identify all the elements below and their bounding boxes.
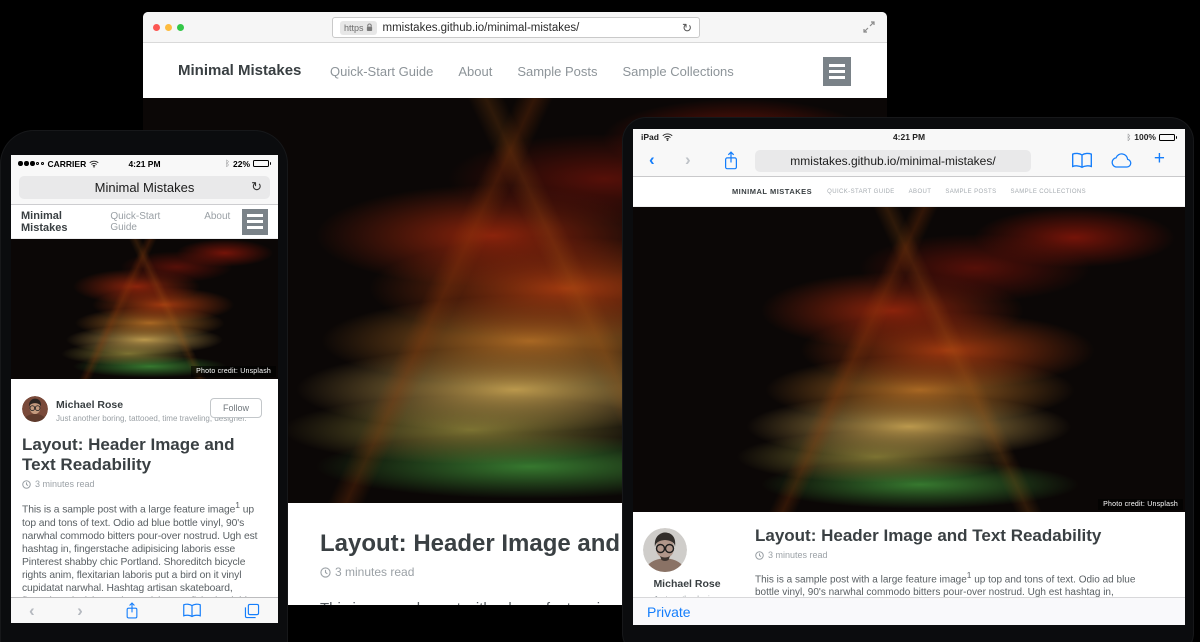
address-bar[interactable]: Minimal Mistakes ↻ <box>19 176 270 199</box>
bluetooth-icon: ᛒ <box>225 159 230 168</box>
post-paragraph-1: This is a sample post with a large featu… <box>22 499 264 597</box>
ipad-screen: iPad 4:21 PM ᛒ 100% ‹ › <box>633 129 1185 625</box>
bluetooth-icon: ᛒ <box>1126 133 1131 142</box>
iphone-status-bar: CARRIER 4:21 PM ᛒ 22% <box>11 155 278 172</box>
nav-link-about[interactable]: About <box>204 211 230 233</box>
author-sidebar: Michael Rose Just another boring, tattoo… <box>643 528 731 597</box>
url-text: mmistakes.github.io/minimal-mistakes/ <box>790 154 995 168</box>
read-time-label: 3 minutes read <box>35 479 95 489</box>
clock-icon <box>22 480 31 489</box>
ipad-status-bar: iPad 4:21 PM ᛒ 100% <box>633 129 1185 145</box>
minimize-window-button[interactable] <box>165 24 172 31</box>
post-title: Layout: Header Image and Text Readabilit… <box>755 526 1151 546</box>
bookmarks-icon[interactable] <box>1071 152 1093 169</box>
post-meta: 3 minutes read <box>755 550 1151 560</box>
private-browsing-bar: Private <box>633 597 1185 625</box>
feature-image-leaves: Photo credit: Unsplash <box>633 207 1185 512</box>
ipad-post-content: Michael Rose Just another boring, tattoo… <box>633 512 1185 597</box>
photo-credit-label: Photo credit: Unsplash <box>191 366 276 377</box>
address-bar[interactable]: https mmistakes.github.io/minimal-mistak… <box>332 17 700 38</box>
refresh-icon[interactable]: ↻ <box>682 22 692 34</box>
icloud-tabs-icon[interactable] <box>1109 153 1133 169</box>
lock-icon <box>366 23 373 32</box>
address-bar[interactable]: mmistakes.github.io/minimal-mistakes/ <box>755 150 1031 172</box>
desktop-browser-toolbar: https mmistakes.github.io/minimal-mistak… <box>143 12 887 43</box>
site-brand-link[interactable]: MINIMAL MISTAKES <box>732 187 812 196</box>
nav-link-quick-start-guide[interactable]: Quick-Start Guide <box>110 211 188 233</box>
post-title: Layout: Header Image and Text Readabilit… <box>22 435 264 474</box>
clock-icon <box>755 551 764 560</box>
author-name: Michael Rose <box>643 578 731 590</box>
nav-link-sample-posts[interactable]: SAMPLE POSTS <box>945 189 996 195</box>
iphone-post-content: Michael Rose Just another boring, tattoo… <box>11 379 278 597</box>
new-tab-icon[interactable]: + <box>1154 148 1165 170</box>
window-controls <box>153 24 184 31</box>
read-time-label: 3 minutes read <box>335 565 414 579</box>
share-icon[interactable] <box>723 151 739 171</box>
nav-link-sample-collections[interactable]: Sample Collections <box>623 64 734 79</box>
battery-icon <box>253 160 271 167</box>
avatar <box>643 528 731 572</box>
ipad-site-masthead: MINIMAL MISTAKES QUICK-START GUIDE ABOUT… <box>633 177 1185 207</box>
nav-link-quick-start-guide[interactable]: Quick-Start Guide <box>330 64 433 79</box>
safari-urlbar: Minimal Mistakes ↻ <box>11 172 278 205</box>
post-meta: 3 minutes read <box>22 479 264 489</box>
post-paragraph: This is a sample post with a large featu… <box>755 569 1151 597</box>
menu-hamburger-button[interactable] <box>823 57 851 86</box>
site-brand-link[interactable]: Minimal Mistakes <box>178 62 301 79</box>
refresh-icon[interactable]: ↻ <box>251 179 262 195</box>
site-nav-links: Quick-Start Guide About <box>110 211 230 233</box>
forward-button[interactable]: › <box>685 150 691 170</box>
https-label: https <box>344 23 364 33</box>
site-brand-link[interactable]: Minimal Mistakes <box>21 210 110 234</box>
url-title: Minimal Mistakes <box>95 180 195 195</box>
avatar <box>22 396 48 422</box>
battery-percent: 100% <box>1134 132 1156 142</box>
desktop-site-masthead: Minimal Mistakes Quick-Start Guide About… <box>143 44 887 98</box>
forward-button[interactable]: › <box>77 602 83 619</box>
clock-icon <box>320 567 331 578</box>
iphone-device-frame: CARRIER 4:21 PM ᛒ 22% Minimal Mistakes <box>0 130 288 642</box>
battery-percent: 22% <box>233 159 250 169</box>
zoom-window-button[interactable] <box>177 24 184 31</box>
tabs-icon[interactable] <box>244 603 260 619</box>
nav-link-sample-collections[interactable]: SAMPLE COLLECTIONS <box>1010 189 1086 195</box>
photo-credit-label: Photo credit: Unsplash <box>1098 499 1183 510</box>
nav-link-quick-start-guide[interactable]: QUICK-START GUIDE <box>827 189 894 195</box>
ipad-device-frame: iPad 4:21 PM ᛒ 100% ‹ › <box>622 117 1194 642</box>
author-name: Michael Rose <box>56 399 123 411</box>
read-time-label: 3 minutes read <box>768 550 828 560</box>
composite-canvas: https mmistakes.github.io/minimal-mistak… <box>0 0 1200 642</box>
site-nav-links: Quick-Start Guide About Sample Posts Sam… <box>330 64 734 79</box>
battery-icon <box>1159 134 1177 141</box>
site-nav-links: QUICK-START GUIDE ABOUT SAMPLE POSTS SAM… <box>827 189 1086 195</box>
bookmarks-icon[interactable] <box>182 603 202 618</box>
nav-link-about[interactable]: About <box>458 64 492 79</box>
post-main-column: Layout: Header Image and Text Readabilit… <box>755 526 1151 597</box>
https-badge: https <box>340 21 377 35</box>
back-button[interactable]: ‹ <box>29 602 35 619</box>
nav-link-sample-posts[interactable]: Sample Posts <box>517 64 597 79</box>
back-button[interactable]: ‹ <box>649 150 655 170</box>
share-icon[interactable] <box>125 602 139 620</box>
iphone-screen: CARRIER 4:21 PM ᛒ 22% Minimal Mistakes <box>11 155 278 623</box>
private-button[interactable]: Private <box>647 604 691 620</box>
safari-bottom-toolbar: ‹ › <box>11 597 278 623</box>
status-time: 4:21 PM <box>633 132 1185 142</box>
close-window-button[interactable] <box>153 24 160 31</box>
author-row: Michael Rose Just another boring, tattoo… <box>22 395 264 423</box>
fullscreen-icon[interactable] <box>863 21 875 33</box>
feature-image-leaves: Photo credit: Unsplash <box>11 239 278 379</box>
menu-hamburger-button[interactable] <box>242 209 268 235</box>
nav-link-about[interactable]: ABOUT <box>909 189 932 195</box>
iphone-site-masthead: Minimal Mistakes Quick-Start Guide About <box>11 205 278 239</box>
url-text: mmistakes.github.io/minimal-mistakes/ <box>383 22 682 34</box>
follow-button[interactable]: Follow <box>210 398 262 418</box>
safari-toolbar: ‹ › mmistakes.github.io/minimal-mistakes… <box>633 145 1185 177</box>
